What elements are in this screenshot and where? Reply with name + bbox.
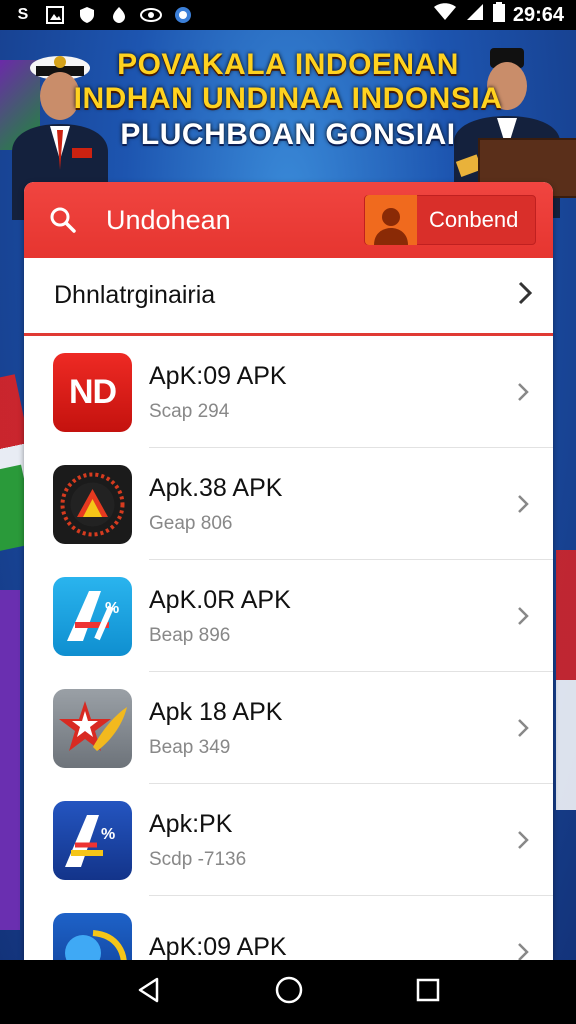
app-list: ND ApK:09 APK Scap 294 Apk.38 APK Geap 8… (24, 336, 553, 960)
a-triangle-badge-icon (53, 464, 132, 544)
a-percent-navy-icon: % (53, 800, 132, 880)
user-avatar-icon (365, 195, 417, 245)
banner-title-line2: INDHAN UNDINAA INDONSIA (73, 82, 503, 115)
chevron-right-icon[interactable] (517, 281, 533, 310)
notification-icon (108, 5, 130, 25)
app-subtitle: Scdp -7136 (149, 848, 247, 870)
app-subtitle: Beap 349 (149, 736, 231, 758)
app-name: ApK:09 APK (149, 932, 287, 961)
app-name: Apk.38 APK (149, 473, 283, 502)
svg-text:%: % (101, 826, 115, 843)
battery-icon (492, 2, 505, 28)
status-bar: S 29:64 (0, 0, 576, 30)
list-item[interactable]: % Apk:PK Scdp -7136 (24, 784, 553, 896)
search-bar[interactable]: Undohean Conbend (24, 182, 553, 258)
globe-icon (172, 5, 194, 25)
chevron-right-icon (517, 382, 529, 407)
chevron-right-icon (517, 494, 529, 519)
chevron-right-icon (517, 942, 529, 960)
app-name: ApK.0R APK (149, 585, 291, 614)
home-icon[interactable] (274, 975, 304, 1010)
svg-text:%: % (105, 600, 119, 617)
conbend-button[interactable]: Conbend (364, 195, 536, 245)
chevron-right-icon (517, 830, 529, 855)
app-name: Apk:PK (149, 809, 233, 838)
list-item[interactable]: ND ApK:09 APK Scap 294 (24, 336, 553, 448)
list-item[interactable]: Apk 18 APK Beap 349 (24, 672, 553, 784)
app-list-card: Undohean Conbend Dhnlatrginairia ND ApK:… (24, 182, 553, 960)
nd-app-icon: ND (53, 352, 132, 432)
app-subtitle: Scap 294 (149, 400, 230, 422)
search-icon[interactable] (50, 207, 76, 233)
chevron-right-icon (517, 718, 529, 743)
section-header[interactable]: Dhnlatrginairia (24, 258, 553, 336)
app-name: ApK:09 APK (149, 361, 287, 390)
app-subtitle: Beap 896 (149, 624, 231, 646)
search-input[interactable]: Undohean (106, 205, 231, 236)
back-icon[interactable] (135, 976, 163, 1009)
recents-icon[interactable] (415, 977, 441, 1008)
clock: 29:64 (512, 3, 564, 26)
list-item[interactable]: ApK:09 APK (24, 896, 553, 960)
shield-icon (76, 5, 98, 25)
blue-swirl-icon (53, 912, 132, 960)
star-wing-icon (53, 688, 132, 768)
conbend-button-label: Conbend (429, 207, 519, 232)
banner-title-line3: PLUCHBOAN GONSIAI (120, 118, 456, 151)
a-percent-blue-icon: % (53, 576, 132, 656)
banner-title-line1: POVAKALA INDOENAN (117, 48, 459, 81)
navigation-bar (0, 960, 576, 1024)
image-icon (44, 5, 66, 25)
eye-icon (140, 5, 162, 25)
s-icon: S (17, 6, 29, 23)
chevron-right-icon (517, 606, 529, 631)
list-item[interactable]: % ApK.0R APK Beap 896 (24, 560, 553, 672)
list-item[interactable]: Apk.38 APK Geap 806 (24, 448, 553, 560)
wifi-icon (433, 3, 457, 27)
section-title: Dhnlatrginairia (54, 281, 216, 309)
signal-icon (465, 3, 485, 27)
app-subtitle: Geap 806 (149, 512, 233, 534)
app-name: Apk 18 APK (149, 697, 283, 726)
